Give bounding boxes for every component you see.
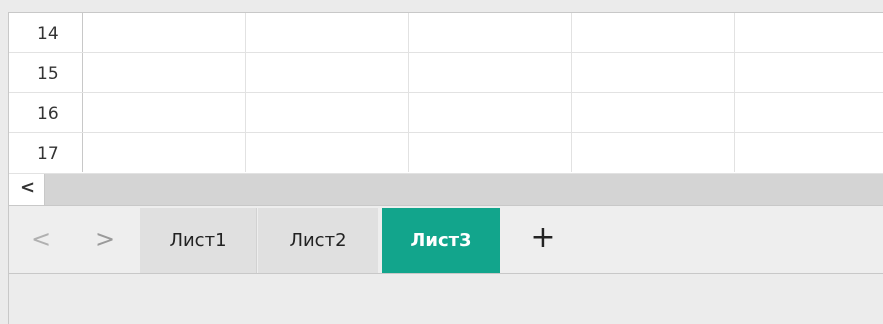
grid-cell[interactable]	[735, 93, 883, 132]
scroll-left-icon[interactable]: <	[9, 174, 45, 205]
table-row: 14	[9, 13, 883, 53]
scrollbar-track[interactable]	[45, 174, 883, 205]
sheet-tab-2[interactable]: Лист2	[258, 208, 378, 273]
chevron-left-icon[interactable]: <	[19, 206, 63, 273]
grid-cell[interactable]	[83, 13, 246, 52]
add-sheet-icon[interactable]: +	[521, 206, 565, 273]
grid-cell[interactable]	[409, 53, 572, 92]
grid-cell[interactable]	[572, 13, 735, 52]
sheet-tab-3-active[interactable]: Лист3	[382, 208, 500, 273]
row-header[interactable]: 14	[9, 13, 83, 52]
grid-cell[interactable]	[83, 133, 246, 172]
grid-cell[interactable]	[246, 53, 409, 92]
status-bar	[8, 274, 883, 324]
grid-cell[interactable]	[409, 13, 572, 52]
grid-cell[interactable]	[572, 53, 735, 92]
table-row: 15	[9, 53, 883, 93]
cell-grid: 14 15 16 17	[8, 12, 883, 174]
grid-cell[interactable]	[83, 53, 246, 92]
sheet-tab-1[interactable]: Лист1	[140, 208, 257, 273]
grid-cell[interactable]	[735, 53, 883, 92]
grid-cell[interactable]	[409, 133, 572, 172]
grid-cell[interactable]	[572, 133, 735, 172]
grid-cell[interactable]	[246, 13, 409, 52]
row-header[interactable]: 16	[9, 93, 83, 132]
grid-cell[interactable]	[246, 133, 409, 172]
horizontal-scrollbar[interactable]: <	[8, 174, 883, 205]
chevron-right-icon[interactable]: >	[83, 206, 127, 273]
grid-cell[interactable]	[735, 13, 883, 52]
grid-cell[interactable]	[572, 93, 735, 132]
row-header[interactable]: 15	[9, 53, 83, 92]
grid-cell[interactable]	[735, 133, 883, 172]
table-row: 17	[9, 133, 883, 174]
sheet-tab-bar: < > Лист1 Лист2 Лист3 +	[8, 206, 883, 273]
grid-cell[interactable]	[409, 93, 572, 132]
grid-cell[interactable]	[246, 93, 409, 132]
row-header[interactable]: 17	[9, 133, 83, 172]
spreadsheet-bottom-area: 14 15 16 17 < < > Лист1 Лист2 Лист3 +	[0, 0, 883, 324]
grid-cell[interactable]	[83, 93, 246, 132]
table-row: 16	[9, 93, 883, 133]
